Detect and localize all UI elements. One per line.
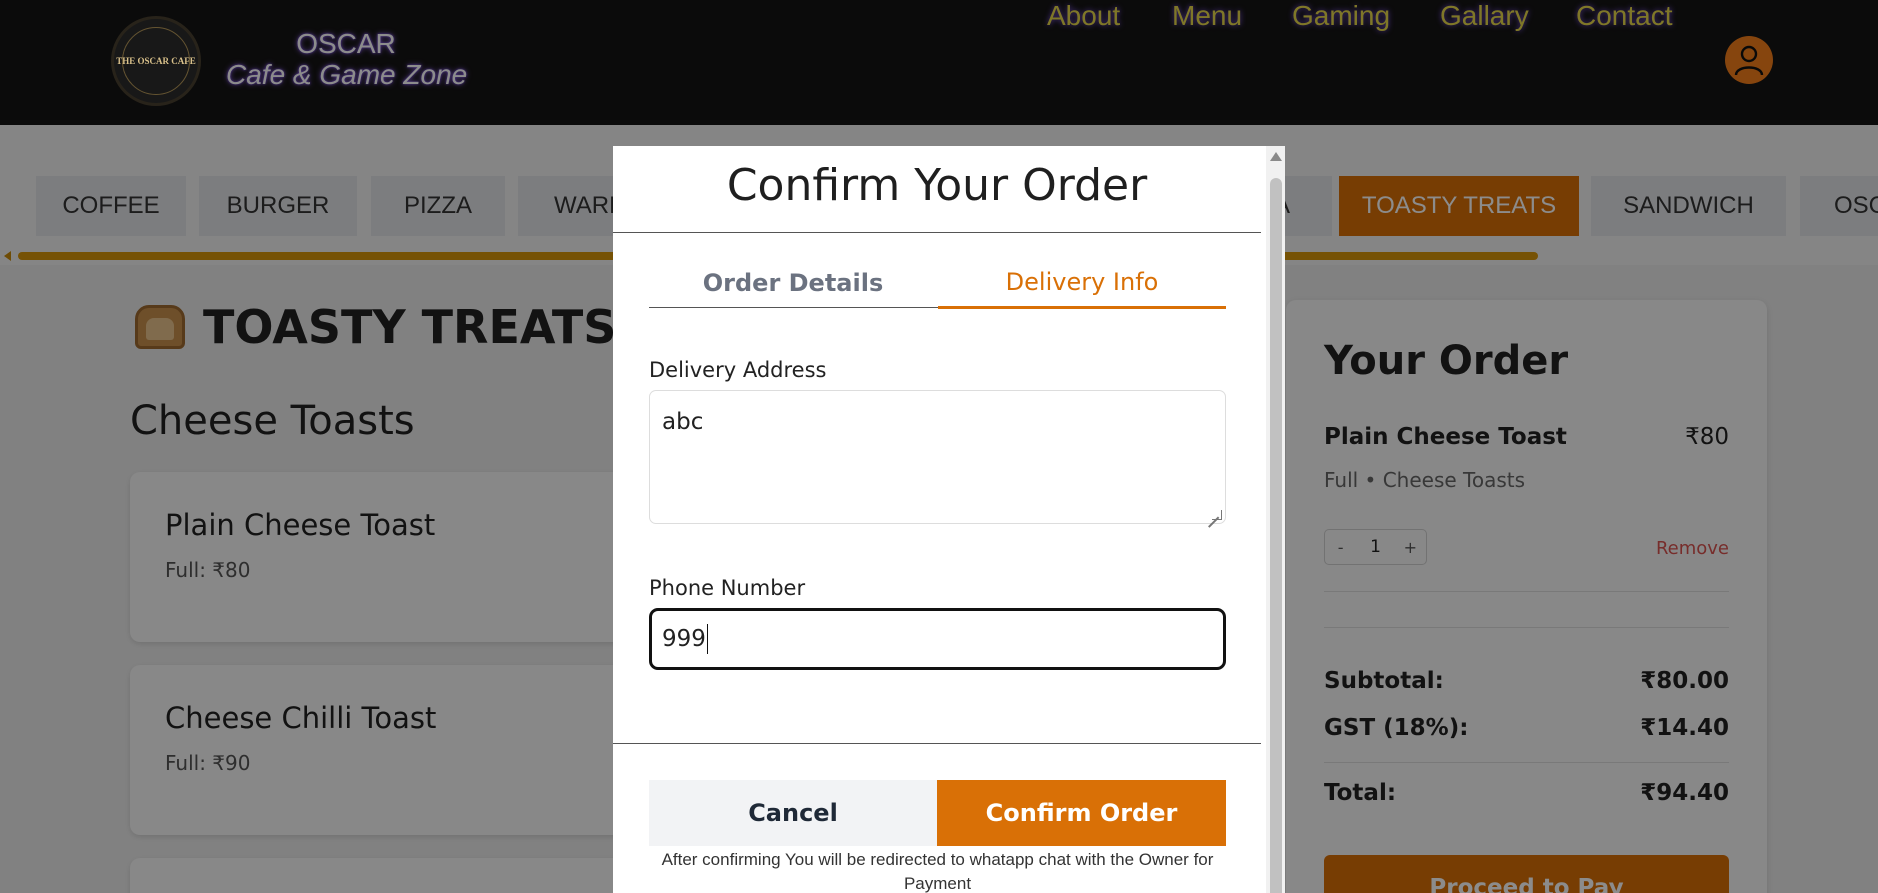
logo-text: THE OSCAR CAFE: [116, 55, 196, 66]
scrollbar-thumb[interactable]: [1270, 178, 1282, 893]
text-caret: [706, 624, 709, 654]
modal-title: Confirm Your Order: [726, 160, 1148, 211]
cancel-button[interactable]: Cancel: [649, 780, 937, 846]
confirm-order-modal: Confirm Your Order Order Details Deliver…: [613, 146, 1285, 893]
confirm-order-button[interactable]: Confirm Order: [937, 780, 1226, 846]
redirect-note: After confirming You will be redirected …: [661, 850, 1214, 893]
phone-number-label: Phone Number: [649, 576, 806, 600]
resize-handle-icon[interactable]: [1212, 510, 1222, 520]
modal-tabs: Order Details Delivery Info: [649, 258, 1226, 309]
tab-delivery-info[interactable]: Delivery Info: [938, 258, 1226, 309]
modal-footer-divider: [613, 743, 1261, 744]
phone-number-value: 999: [662, 626, 706, 652]
delivery-address-field[interactable]: abc: [649, 390, 1226, 524]
modal-header-divider: [613, 232, 1261, 233]
phone-number-field[interactable]: 999: [649, 608, 1226, 670]
delivery-address-label: Delivery Address: [649, 358, 827, 382]
scroll-up-arrow-icon[interactable]: [1270, 152, 1282, 161]
delivery-address-value: abc: [662, 409, 704, 435]
tab-order-details[interactable]: Order Details: [649, 258, 937, 308]
modal-scrollbar[interactable]: [1266, 146, 1285, 893]
